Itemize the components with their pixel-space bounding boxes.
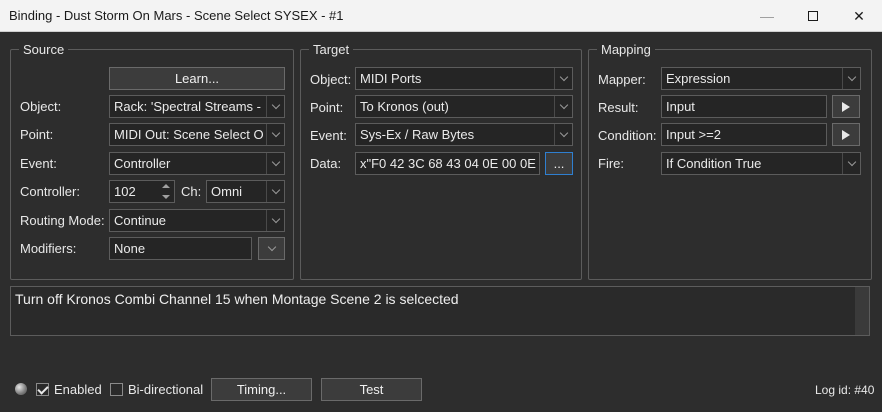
controller-label: Controller: — [20, 184, 80, 199]
chevron-down-icon — [554, 124, 572, 145]
mapping-legend: Mapping — [601, 42, 651, 57]
target-data-label: Data: — [310, 156, 342, 171]
chevron-down-icon — [842, 153, 860, 174]
source-legend: Source — [23, 42, 65, 57]
chevron-down-icon — [554, 96, 572, 117]
chevron-down-icon — [266, 96, 284, 117]
source-event-select[interactable]: Controller — [109, 152, 285, 175]
fire-select[interactable]: If Condition True — [661, 152, 861, 175]
bidirectional-label: Bi-directional — [128, 382, 204, 397]
spin-up-icon[interactable] — [158, 181, 174, 191]
minimize-icon: — — [760, 8, 774, 24]
target-point-select[interactable]: To Kronos (out) — [355, 95, 573, 118]
modifiers-label: Modifiers: — [20, 241, 77, 256]
target-object-label: Object: — [310, 72, 352, 87]
mapper-select[interactable]: Expression — [661, 67, 861, 90]
notes-text: Turn off Kronos Combi Channel 15 when Mo… — [15, 291, 459, 307]
channel-select[interactable]: Omni — [206, 180, 285, 203]
source-point-label: Point: — [20, 127, 54, 142]
target-object-select[interactable]: MIDI Ports — [355, 67, 573, 90]
timing-button[interactable]: Timing... — [211, 378, 312, 401]
data-browse-button[interactable]: ... — [545, 152, 573, 175]
source-event-label: Event: — [20, 156, 57, 171]
chevron-down-icon — [842, 68, 860, 89]
chevron-down-icon — [266, 210, 284, 231]
notes-textarea[interactable]: Turn off Kronos Combi Channel 15 when Mo… — [10, 286, 870, 336]
learn-button[interactable]: Learn... — [109, 67, 285, 90]
notes-scrollbar[interactable] — [855, 287, 869, 335]
chevron-down-icon — [266, 153, 284, 174]
test-button[interactable]: Test — [321, 378, 422, 401]
spin-down-icon[interactable] — [158, 192, 174, 202]
condition-label: Condition: — [598, 128, 657, 143]
routing-mode-select[interactable]: Continue — [109, 209, 285, 232]
minimize-button[interactable]: — — [744, 0, 790, 32]
result-label: Result: — [598, 100, 639, 115]
target-data-field[interactable]: x"F0 42 3C 68 43 04 0E 00 0E 00 — [355, 152, 540, 175]
result-run-button[interactable] — [832, 95, 860, 118]
mapper-label: Mapper: — [598, 72, 646, 87]
play-icon — [842, 129, 850, 140]
target-event-select[interactable]: Sys-Ex / Raw Bytes — [355, 123, 573, 146]
chevron-down-icon — [266, 181, 284, 202]
chevron-down-icon — [554, 68, 572, 89]
result-field[interactable]: Input — [661, 95, 827, 118]
chevron-down-icon — [267, 242, 276, 252]
log-id: Log id: #40 — [815, 383, 875, 397]
close-button[interactable]: ✕ — [836, 0, 882, 32]
source-object-select[interactable]: Rack: 'Spectral Streams - ... — [109, 95, 285, 118]
bidirectional-checkbox[interactable] — [110, 383, 123, 396]
title-bar: Binding - Dust Storm On Mars - Scene Sel… — [0, 0, 882, 32]
close-icon: ✕ — [853, 7, 865, 24]
channel-label: Ch: — [181, 184, 202, 199]
maximize-icon — [808, 11, 818, 21]
status-led-icon — [15, 383, 27, 395]
chevron-down-icon — [266, 124, 284, 145]
modifiers-dropdown-button[interactable] — [258, 237, 285, 260]
routing-mode-label: Routing Mode: — [20, 213, 105, 228]
fire-label: Fire: — [598, 156, 624, 171]
target-point-label: Point: — [310, 100, 344, 115]
dialog-body: Source Learn... Object: Rack: 'Spectral … — [0, 32, 882, 412]
target-legend: Target — [313, 42, 350, 57]
source-object-label: Object: — [20, 99, 62, 114]
condition-field[interactable]: Input >=2 — [661, 123, 827, 146]
controller-spinner[interactable]: 102 — [109, 180, 175, 203]
modifiers-field[interactable]: None — [109, 237, 252, 260]
window-title: Binding - Dust Storm On Mars - Scene Sel… — [9, 8, 344, 23]
target-event-label: Event: — [310, 128, 347, 143]
enabled-label: Enabled — [54, 382, 102, 397]
condition-run-button[interactable] — [832, 123, 860, 146]
enabled-checkbox[interactable] — [36, 383, 49, 396]
source-point-select[interactable]: MIDI Out: Scene Select Out — [109, 123, 285, 146]
play-icon — [842, 101, 850, 112]
maximize-button[interactable] — [790, 0, 836, 32]
